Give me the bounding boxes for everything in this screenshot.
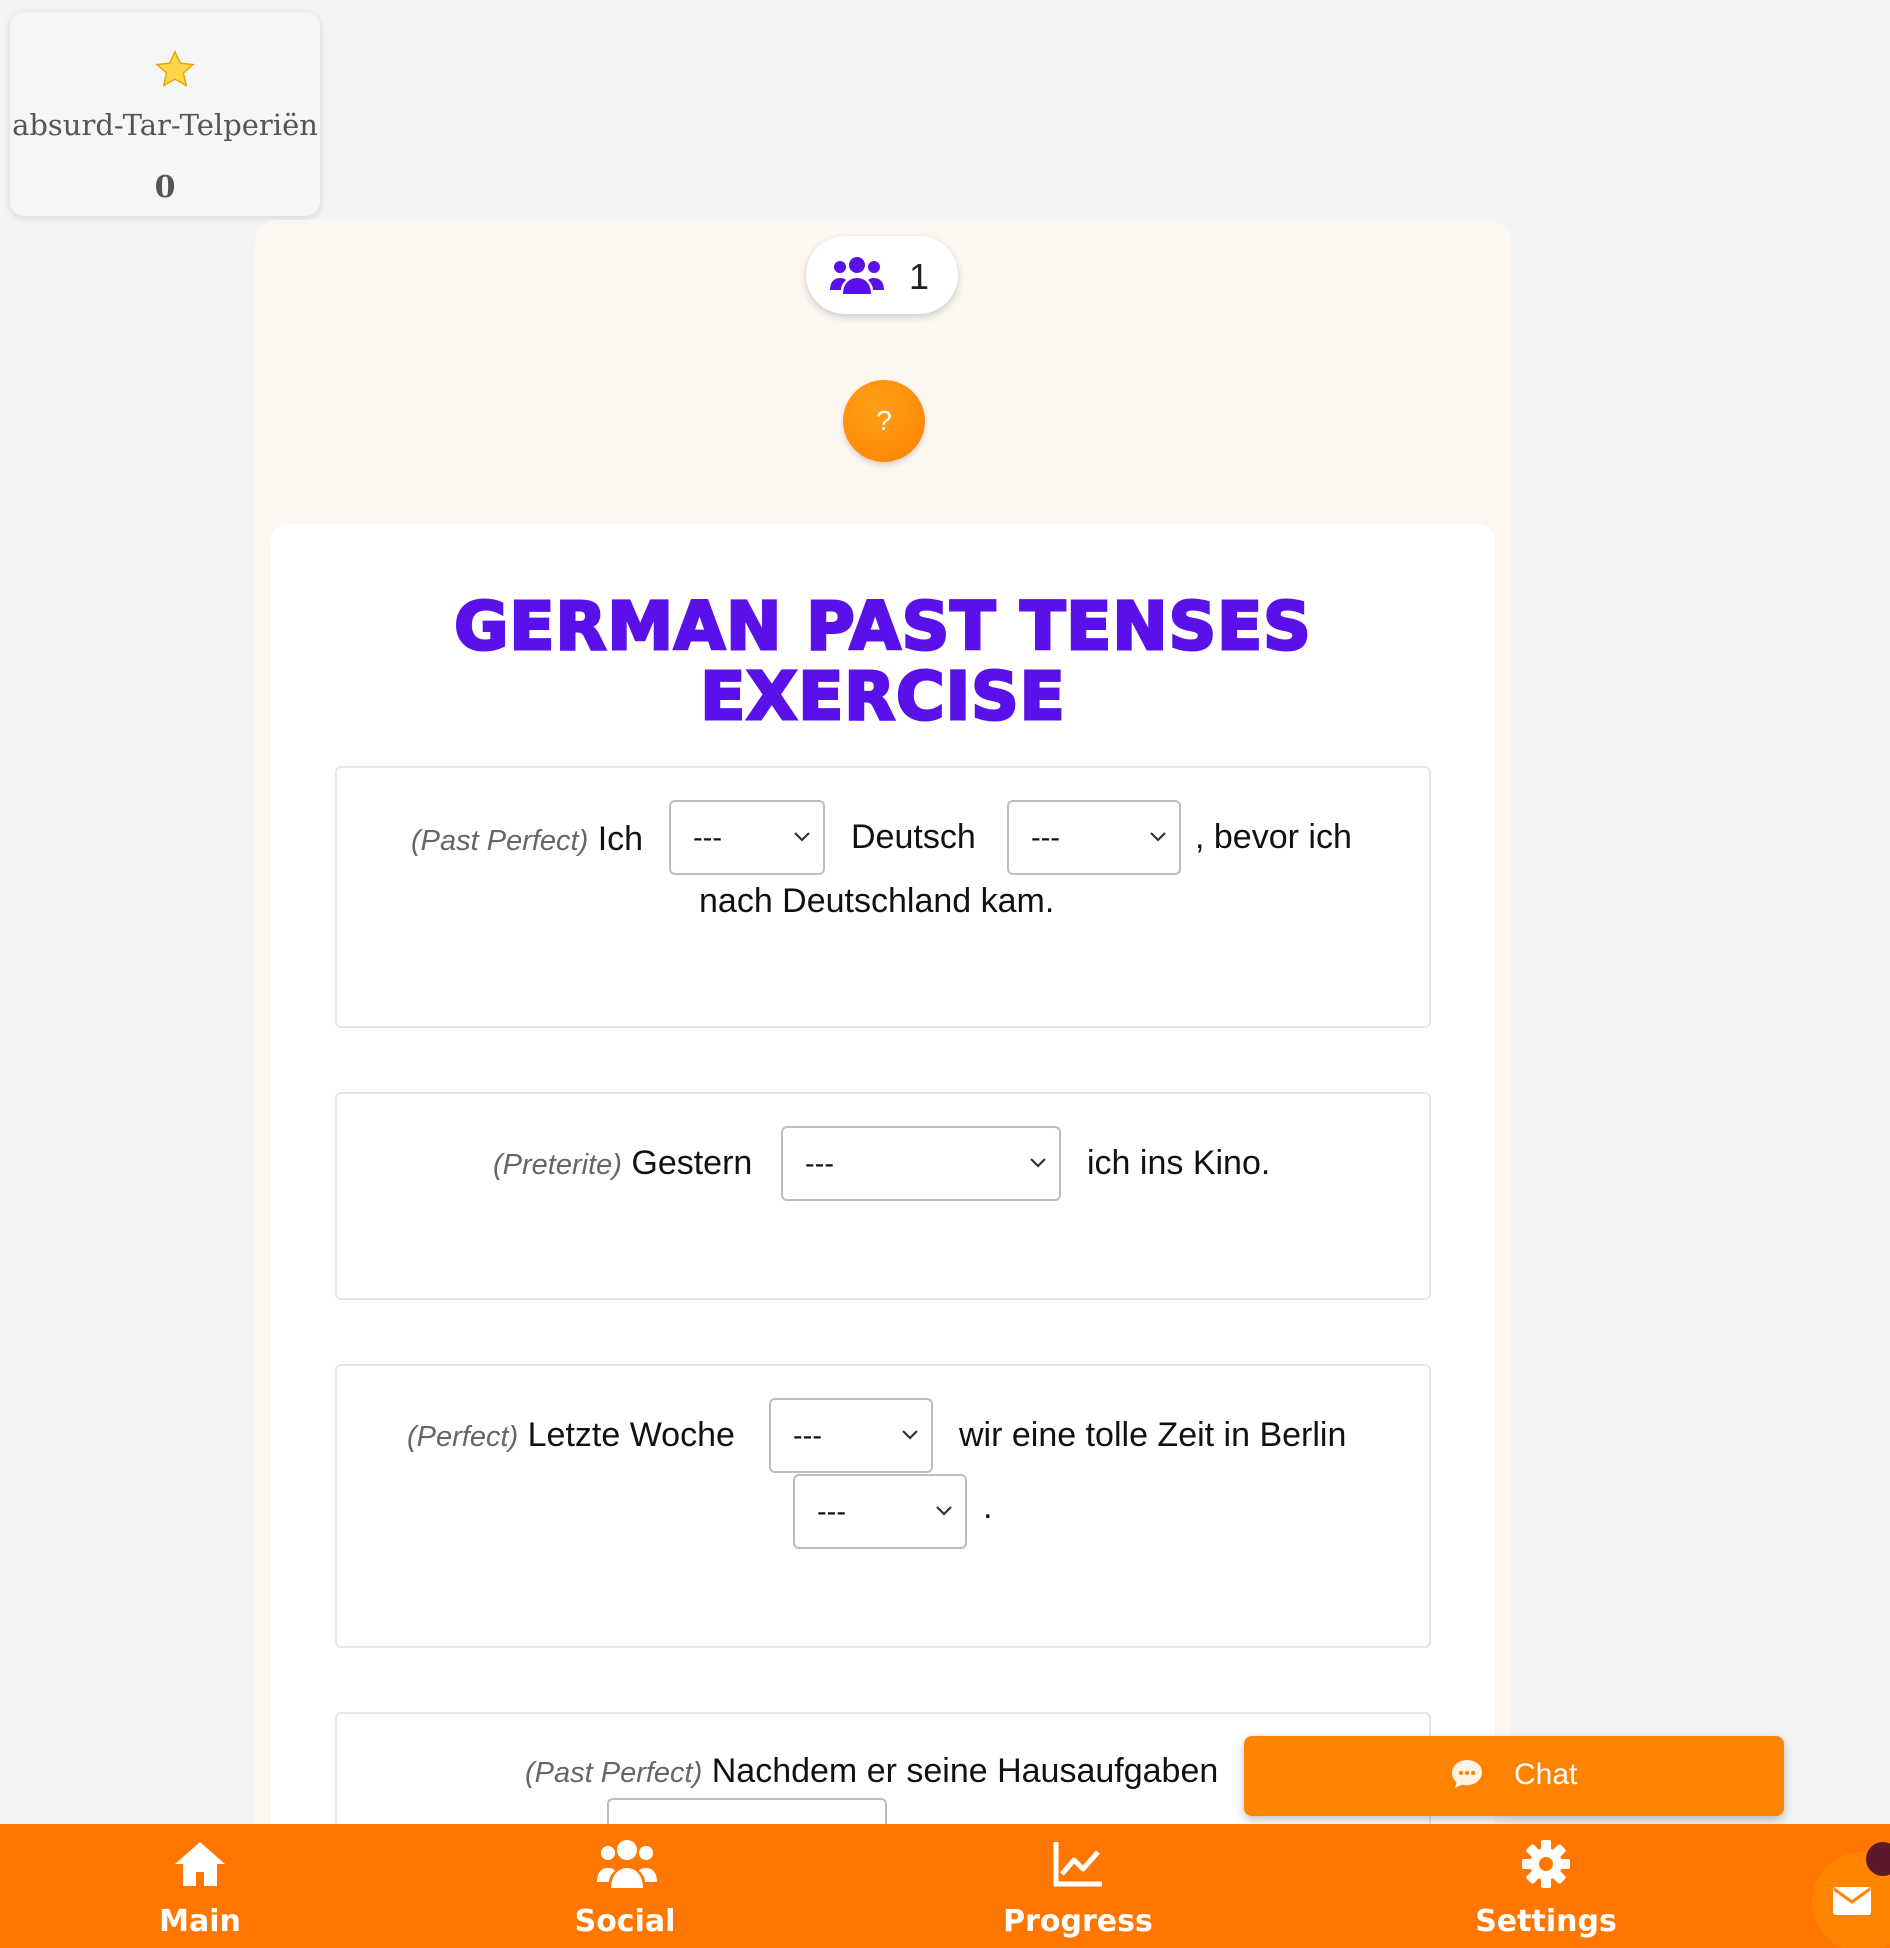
sentence-part: Gestern (631, 1144, 753, 1182)
users-icon (830, 257, 884, 294)
chevron-down-icon (1030, 1158, 1046, 1168)
verb-select[interactable]: --- (1007, 800, 1181, 875)
nav-label: Settings (1475, 1904, 1617, 1939)
chevron-down-icon (1150, 832, 1166, 842)
sentence-part: , bevor ich (1195, 818, 1352, 856)
question-line: (Perfect) Letzte Woche (407, 1416, 735, 1455)
tense-label: (Perfect) (407, 1421, 519, 1453)
user-score: 0 (154, 170, 176, 205)
nav-label: Progress (1003, 1904, 1153, 1939)
select-value: --- (693, 822, 722, 854)
star-icon (155, 49, 195, 87)
exercise-title-line1: German Past Tenses (453, 588, 1312, 665)
chevron-down-icon (936, 1506, 952, 1516)
sentence-part: Deutsch (851, 818, 976, 856)
question-card: (Perfect) Letzte Woche --- wir eine toll… (335, 1364, 1431, 1648)
chevron-down-icon (902, 1430, 918, 1440)
envelope-icon (1833, 1887, 1871, 1915)
sentence-part: wir eine tolle Zeit in Berlin (959, 1416, 1347, 1454)
game-panel: 1 ? German Past Tenses Exercise (Past Pe… (255, 220, 1511, 1948)
help-button[interactable]: ? (843, 380, 925, 462)
chat-bubble-icon (1452, 1760, 1482, 1788)
exercise-content: German Past Tenses Exercise (Past Perfec… (271, 524, 1495, 1948)
chevron-down-icon (794, 832, 810, 842)
tense-label: (Past Perfect) (525, 1757, 703, 1789)
question-line: (Past Perfect) Nachdem er seine Hausaufg… (525, 1752, 1218, 1791)
nav-item-main[interactable]: Main (100, 1824, 300, 1948)
select-value: --- (805, 1148, 834, 1180)
users-icon (597, 1840, 657, 1888)
nav-item-progress[interactable]: Progress (978, 1824, 1178, 1948)
chat-label: Chat (1514, 1758, 1578, 1791)
exercise-title-line2: Exercise (699, 658, 1067, 735)
question-line: (Past Perfect) Ich (411, 820, 643, 859)
exercise-title: German Past Tenses Exercise (271, 588, 1495, 735)
nav-item-social[interactable]: Social (525, 1824, 725, 1948)
select-value: --- (793, 1420, 822, 1452)
chat-button[interactable]: Chat (1244, 1736, 1784, 1816)
username: absurd-Tar-Telperiën (12, 108, 318, 142)
chart-line-icon (1053, 1842, 1102, 1887)
gear-icon (1522, 1840, 1570, 1888)
sentence-part: Nachdem er seine Hausaufgaben (711, 1752, 1219, 1790)
bottom-nav: Main Social Progress Settings (0, 1824, 1890, 1948)
question-line: (Preterite) Gestern (493, 1144, 752, 1183)
nav-label: Main (159, 1904, 241, 1939)
verb-select[interactable]: --- (793, 1474, 967, 1549)
players-count-pill[interactable]: 1 (806, 236, 958, 314)
verb-select[interactable]: --- (669, 800, 825, 875)
tense-label: (Past Perfect) (411, 825, 589, 857)
sentence-part: Letzte Woche (527, 1416, 735, 1454)
sentence-part: Ich (597, 820, 644, 858)
nav-label: Social (574, 1904, 676, 1939)
select-value: --- (817, 1496, 846, 1528)
user-card: absurd-Tar-Telperiën 0 (10, 12, 320, 216)
sentence-part: nach Deutschland kam. (699, 882, 1055, 920)
select-value: --- (1031, 822, 1060, 854)
verb-select[interactable]: --- (769, 1398, 933, 1473)
sentence-part: . (983, 1488, 993, 1526)
sentence-part: ich ins Kino. (1087, 1144, 1271, 1182)
players-count: 1 (909, 256, 930, 297)
verb-select[interactable]: --- (781, 1126, 1061, 1201)
home-icon (175, 1842, 225, 1886)
question-card: (Past Perfect) Ich --- Deutsch --- , bev… (335, 766, 1431, 1028)
tense-label: (Preterite) (493, 1149, 622, 1181)
question-card: (Preterite) Gestern --- ich ins Kino. (335, 1092, 1431, 1300)
nav-item-settings[interactable]: Settings (1446, 1824, 1646, 1948)
